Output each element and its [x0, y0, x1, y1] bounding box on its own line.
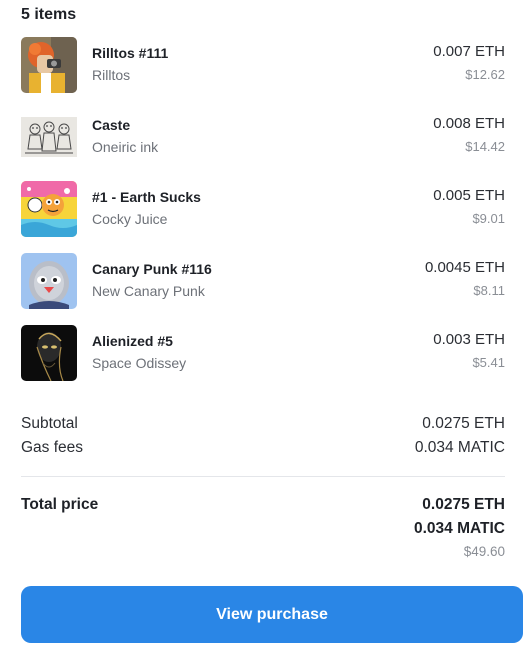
item-collection: Oneiric ink — [92, 139, 159, 155]
divider — [21, 476, 505, 477]
item-usd-price: $8.11 — [473, 283, 505, 298]
item-eth-price: 0.008 ETH — [433, 115, 505, 132]
item-usd-price: $5.41 — [472, 355, 505, 370]
nft-thumbnail-canary-punk — [21, 253, 77, 309]
subtotal-value: 0.0275 ETH — [422, 415, 505, 432]
nft-thumbnail-rilltos — [21, 37, 77, 93]
view-purchase-button[interactable]: View purchase — [21, 586, 523, 643]
total-price-label: Total price — [21, 496, 99, 513]
item-collection: Cocky Juice — [92, 211, 168, 227]
list-item[interactable]: Caste Oneiric ink 0.008 ETH $14.42 — [21, 109, 505, 165]
total-usd-value: $49.60 — [463, 544, 505, 559]
list-item[interactable]: #1 - Earth Sucks Cocky Juice 0.005 ETH $… — [21, 181, 505, 237]
item-eth-price: 0.007 ETH — [433, 43, 505, 60]
item-collection: New Canary Punk — [92, 283, 205, 299]
nft-thumbnail-earth-sucks — [21, 181, 77, 237]
nft-thumbnail-caste — [21, 109, 77, 165]
list-item[interactable]: Rilltos #111 Rilltos 0.007 ETH $12.62 — [21, 37, 505, 93]
gas-fees-value: 0.034 MATIC — [414, 439, 505, 456]
gas-fees-label: Gas fees — [21, 439, 84, 456]
item-usd-price: $9.01 — [472, 211, 505, 226]
total-eth-value: 0.0275 ETH — [422, 496, 505, 513]
gas-fees-row: Gas fees 0.034 MATIC — [21, 439, 505, 461]
item-eth-price: 0.005 ETH — [433, 187, 505, 204]
subtotal-label: Subtotal — [21, 415, 78, 432]
item-eth-price: 0.003 ETH — [433, 331, 505, 348]
item-usd-price: $12.62 — [465, 67, 505, 82]
item-name: Alienized #5 — [92, 333, 173, 349]
subtotal-row: Subtotal 0.0275 ETH — [21, 415, 505, 437]
item-name: Canary Punk #116 — [92, 261, 212, 277]
item-usd-price: $14.42 — [465, 139, 505, 154]
item-name: Caste — [92, 117, 131, 133]
list-item[interactable]: Alienized #5 Space Odissey 0.003 ETH $5.… — [21, 325, 505, 381]
item-count-heading: 5 items — [21, 6, 77, 23]
total-matic-value: 0.034 MATIC — [413, 520, 505, 537]
item-name: #1 - Earth Sucks — [92, 189, 201, 205]
item-name: Rilltos #111 — [92, 45, 169, 61]
nft-thumbnail-alienized — [21, 325, 77, 381]
item-collection: Rilltos — [92, 67, 131, 83]
list-item[interactable]: Canary Punk #116 New Canary Punk 0.0045 … — [21, 253, 505, 309]
item-collection: Space Odissey — [92, 355, 187, 371]
item-eth-price: 0.0045 ETH — [424, 259, 505, 276]
